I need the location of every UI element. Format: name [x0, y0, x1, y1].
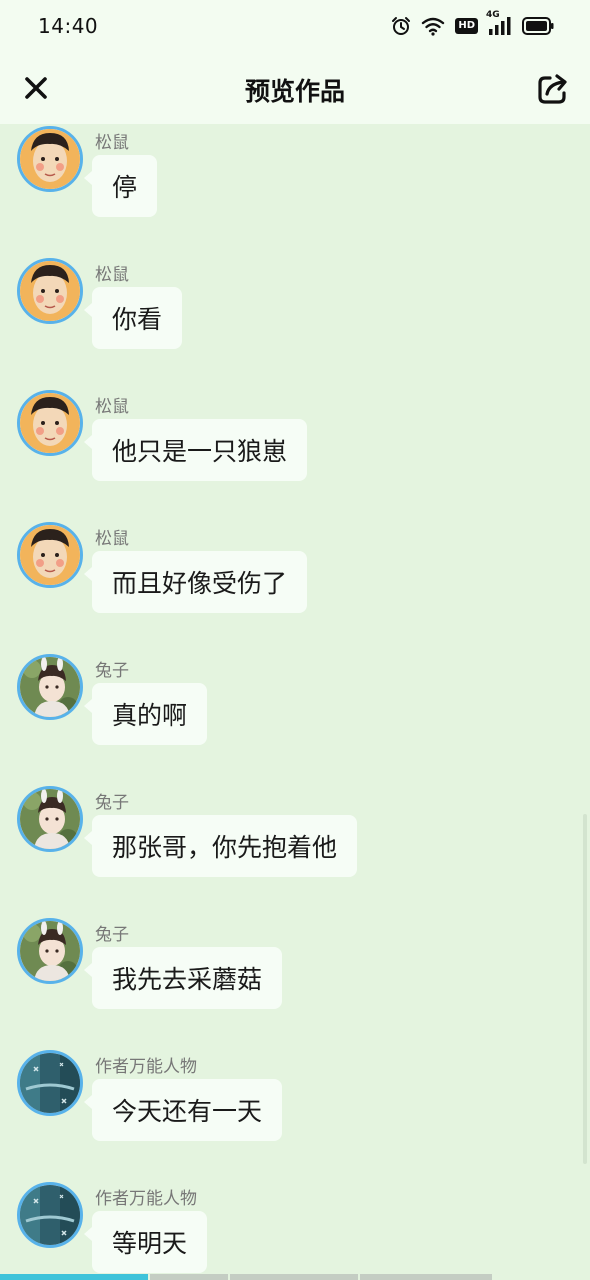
signal-4g-icon: 4G: [486, 10, 512, 36]
avatar-rabbit[interactable]: [17, 654, 83, 720]
message-bubble: 而且好像受伤了: [83, 551, 308, 613]
chat-message: 松鼠 停: [0, 126, 560, 226]
sender-name: 兔子: [95, 925, 129, 945]
chat-message: 兔子 我先去采蘑菇: [0, 918, 560, 1018]
scrollbar[interactable]: [583, 814, 587, 1164]
sender-name: 松鼠: [95, 265, 129, 285]
page-title: 预览作品: [244, 77, 345, 106]
chat-message: 作者万能人物 今天还有一天: [0, 1050, 560, 1150]
sender-name: 作者万能人物: [95, 1189, 197, 1209]
progress-segment: [360, 1274, 492, 1280]
alarm-icon: [391, 16, 411, 36]
chat-message: 作者万能人物 等明天: [0, 1182, 560, 1274]
chat-area[interactable]: 松鼠 停 松鼠 你看 松鼠 他只是一只狼崽 松鼠 而且好像受伤了 兔子 真的啊 …: [0, 124, 590, 1274]
chat-message: 兔子 真的啊: [0, 654, 560, 754]
share-icon: [538, 74, 567, 104]
avatar-rabbit[interactable]: [17, 786, 83, 852]
progress-fill: [0, 1274, 148, 1280]
progress-segment: [230, 1274, 358, 1280]
wifi-icon: [421, 16, 445, 36]
message-bubble: 他只是一只狼崽: [83, 419, 308, 481]
status-time: 14:40: [38, 14, 99, 38]
sender-name: 松鼠: [95, 133, 129, 153]
avatar-rabbit[interactable]: [17, 918, 83, 984]
sender-name: 松鼠: [95, 529, 129, 549]
message-bubble: 我先去采蘑菇: [83, 947, 283, 1009]
avatar-author[interactable]: [17, 1182, 83, 1248]
avatar-squirrel[interactable]: [17, 390, 83, 456]
battery-icon: [522, 17, 554, 35]
sender-name: 作者万能人物: [95, 1057, 197, 1077]
status-bar: 14:40 HD 4G: [0, 0, 590, 52]
hd-badge: HD: [455, 18, 478, 34]
chat-message: 松鼠 你看: [0, 258, 560, 358]
progress-segment: [150, 1274, 228, 1280]
sender-name: 兔子: [95, 793, 129, 813]
sender-name: 松鼠: [95, 397, 129, 417]
reading-progress: [0, 1274, 590, 1280]
share-button[interactable]: [534, 70, 572, 108]
avatar-squirrel[interactable]: [17, 126, 83, 192]
message-bubble: 等明天: [83, 1211, 208, 1273]
chat-message: 松鼠 他只是一只狼崽: [0, 390, 560, 490]
message-bubble: 那张哥，你先抱着他: [83, 815, 358, 877]
avatar-squirrel[interactable]: [17, 522, 83, 588]
sender-name: 兔子: [95, 661, 129, 681]
message-bubble: 今天还有一天: [83, 1079, 283, 1141]
avatar-squirrel[interactable]: [17, 258, 83, 324]
message-bubble: 你看: [83, 287, 183, 349]
header: 预览作品: [0, 52, 590, 124]
status-icons: HD 4G: [391, 10, 554, 38]
chat-message: 兔子 那张哥，你先抱着他: [0, 786, 560, 886]
message-bubble: 停: [83, 155, 158, 217]
chat-message: 松鼠 而且好像受伤了: [0, 522, 560, 622]
avatar-author[interactable]: [17, 1050, 83, 1116]
message-bubble: 真的啊: [83, 683, 208, 745]
network-label: 4G: [486, 10, 500, 20]
